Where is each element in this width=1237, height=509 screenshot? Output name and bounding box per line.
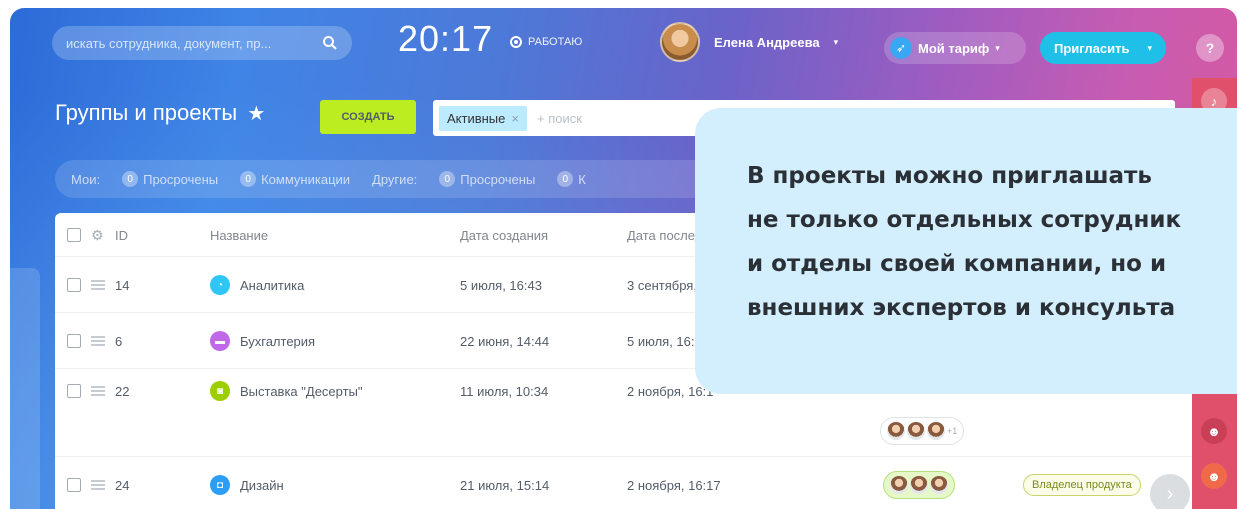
counter-item[interactable]: 0 Просрочены	[122, 171, 218, 187]
hint-line: не только отдельных сотрудник	[747, 207, 1182, 233]
members-list[interactable]: +1	[880, 409, 965, 453]
row-created: 21 июля, 15:14	[460, 477, 550, 493]
row-id: 14	[115, 277, 130, 293]
search-placeholder: искать сотрудника, документ, пр...	[66, 35, 272, 51]
status-radio-icon	[510, 36, 522, 48]
work-status[interactable]: РАБОТАЮ	[510, 36, 582, 48]
left-panel-edge	[10, 268, 40, 509]
members-list[interactable]	[883, 457, 955, 509]
row-last: 3 сентября,	[627, 277, 697, 293]
extra-members-count: +1	[947, 426, 958, 436]
row-last: 2 ноября, 16:17	[627, 477, 721, 493]
row-checkbox[interactable]	[67, 457, 81, 509]
group-icon[interactable]: ☻	[1201, 418, 1227, 444]
tariff-label: Мой тариф	[918, 40, 990, 56]
row-name[interactable]: ◙ Выставка "Десерты"	[210, 369, 363, 413]
counter-item[interactable]: 0 К	[557, 171, 586, 187]
counter-label: Просрочены	[460, 171, 536, 187]
counter-badge: 0	[557, 171, 574, 187]
counter-label: Просрочены	[143, 171, 219, 187]
work-status-label: РАБОТАЮ	[528, 36, 583, 48]
counter-badge: 0	[240, 171, 257, 187]
clock: 20:17	[398, 18, 494, 59]
close-icon[interactable]: ×	[511, 111, 519, 126]
filter-placeholder: + поиск	[536, 110, 582, 126]
select-all-checkbox[interactable]	[67, 213, 81, 257]
drag-handle-icon[interactable]	[91, 257, 105, 313]
global-search-input[interactable]: искать сотрудника, документ, пр...	[52, 26, 352, 60]
counters-mine-label: Мои:	[71, 171, 101, 187]
filter-chip[interactable]: Активные ×	[439, 105, 527, 131]
row-created: 5 июля, 16:43	[460, 277, 542, 293]
row-name[interactable]: ▬ Бухгалтерия	[210, 313, 315, 369]
col-last-activity[interactable]: Дата послед	[627, 213, 702, 257]
avatar	[907, 422, 925, 440]
row-checkbox[interactable]	[67, 369, 81, 413]
design-icon: ◘	[210, 475, 230, 495]
chevron-right-icon[interactable]: ›	[1150, 474, 1190, 509]
gear-icon[interactable]: ⚙	[91, 213, 104, 257]
page-title-text: Группы и проекты	[55, 100, 238, 125]
filter-chip-label: Активные	[447, 110, 506, 126]
avatar	[930, 476, 948, 494]
hint-bubble: В проекты можно приглашать не только отд…	[695, 108, 1237, 394]
table-row[interactable]: 24 ◘ Дизайн 21 июля, 15:14 2 ноября, 16:…	[55, 457, 1192, 509]
counters-others-label: Другие:	[372, 171, 418, 187]
row-id: 22	[115, 383, 130, 399]
counter-label: К	[578, 171, 586, 187]
avatar	[890, 476, 908, 494]
chevron-down-icon: ▾	[833, 36, 839, 47]
tariff-button[interactable]: ➶ Мой тариф ▾	[884, 32, 1026, 64]
hint-line: внешних экспертов и консульта	[747, 295, 1176, 321]
row-created: 22 июня, 14:44	[460, 333, 550, 349]
avatar	[660, 22, 700, 62]
counter-label: Коммуникации	[261, 171, 351, 187]
briefcase-icon: ▬	[210, 331, 230, 351]
drag-handle-icon[interactable]	[91, 457, 105, 509]
drag-handle-icon[interactable]	[91, 369, 105, 413]
row-id: 24	[115, 477, 130, 493]
hint-line: и отделы своей компании, но и	[747, 251, 1167, 277]
star-icon[interactable]: ★	[247, 103, 265, 125]
row-created: 11 июля, 10:34	[460, 383, 549, 399]
create-button[interactable]: СОЗДАТЬ	[320, 100, 416, 134]
row-id: 6	[115, 333, 123, 349]
user-menu[interactable]: Елена Андреева ▾	[660, 22, 838, 62]
role-badge: Владелец продукта	[1023, 457, 1141, 509]
chevron-down-icon: ▾	[995, 42, 1000, 53]
user-name: Елена Андреева	[714, 34, 820, 50]
row-name[interactable]: ◔ Аналитика	[210, 257, 304, 313]
row-checkbox[interactable]	[67, 313, 81, 369]
chevron-down-icon: ▾	[1147, 42, 1152, 53]
avatar	[910, 476, 928, 494]
row-name-text: Бухгалтерия	[240, 333, 316, 349]
row-name-text: Аналитика	[240, 277, 305, 293]
counter-item[interactable]: 0 Просрочены	[439, 171, 535, 187]
col-name[interactable]: Название	[210, 213, 268, 257]
search-icon	[323, 36, 337, 50]
counter-item[interactable]: 0 Коммуникации	[240, 171, 350, 187]
row-checkbox[interactable]	[67, 257, 81, 313]
page-title: Группы и проекты ★	[55, 100, 265, 126]
counters-bar: Мои: 0 Просрочены 0 Коммуникации Другие:…	[55, 160, 755, 198]
group-icon[interactable]: ☻	[1201, 463, 1227, 489]
counter-badge: 0	[122, 171, 139, 187]
col-created[interactable]: Дата создания	[460, 213, 548, 257]
rocket-icon: ➶	[890, 37, 912, 59]
row-name[interactable]: ◘ Дизайн	[210, 457, 284, 509]
invite-button[interactable]: Пригласить ▾	[1040, 32, 1166, 64]
avatar	[887, 422, 905, 440]
drag-handle-icon[interactable]	[91, 313, 105, 369]
row-last: 5 июля, 16:3	[627, 333, 702, 349]
row-name-text: Дизайн	[240, 477, 284, 493]
analytics-icon: ◔	[210, 275, 230, 295]
hint-line: В проекты можно приглашать	[747, 163, 1152, 189]
cake-icon: ◙	[210, 381, 230, 401]
col-id[interactable]: ID	[115, 213, 128, 257]
row-name-text: Выставка "Десерты"	[240, 383, 363, 399]
help-icon[interactable]: ?	[1196, 34, 1224, 62]
avatar	[927, 422, 945, 440]
invite-label: Пригласить	[1054, 40, 1130, 56]
counter-badge: 0	[439, 171, 456, 187]
